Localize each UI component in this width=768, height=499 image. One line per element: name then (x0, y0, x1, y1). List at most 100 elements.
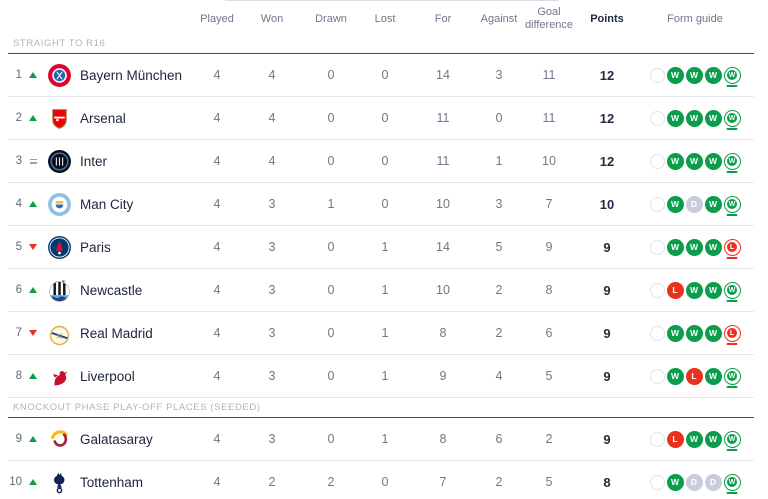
form-badge-win: W (724, 282, 741, 299)
newcastle-logo-icon (42, 278, 76, 303)
rank-number: 5 (8, 241, 24, 253)
stat-won: 4 (244, 111, 300, 125)
team-row[interactable]: 2Arsenal44001101112WWWW (8, 97, 754, 140)
club-name: Paris (76, 240, 190, 255)
form-guide: WWWW (636, 67, 754, 84)
team-row[interactable]: 4Man City4310103710WDWW (8, 183, 754, 226)
stat-played: 4 (190, 154, 244, 168)
column-header-against: Against (478, 13, 520, 26)
form-badge-loss: L (686, 368, 703, 385)
form-badge-loss: L (724, 325, 741, 342)
column-header-drawn: Drawn (300, 13, 362, 26)
form-slot-empty (650, 111, 665, 126)
stat-drawn: 0 (300, 432, 362, 446)
section-rows-straight-to-r16: 1Bayern München44001431112WWWW2Arsenal44… (8, 54, 754, 398)
form-badge-core: W (727, 477, 737, 487)
form-badge-loss: L (667, 431, 684, 448)
form-badge-win: W (667, 239, 684, 256)
team-row[interactable]: 1Bayern München44001431112WWWW (8, 54, 754, 97)
stat-for: 14 (408, 240, 478, 254)
form-badge-loss: L (667, 282, 684, 299)
stat-against: 2 (478, 326, 520, 340)
stat-goal-difference: 11 (520, 68, 578, 82)
team-row[interactable]: 6Newcastle430110289LWWW (8, 269, 754, 312)
column-header-lost: Lost (362, 13, 408, 26)
form-badge-latest-underline (727, 85, 738, 87)
stat-goal-difference: 2 (520, 432, 578, 446)
column-header-goal-difference: Goal difference (520, 6, 578, 31)
form-badge-core: L (727, 242, 737, 252)
stat-lost: 0 (362, 111, 408, 125)
form-slot-empty (650, 369, 665, 384)
stat-points: 12 (578, 154, 636, 169)
tottenham-logo-icon (42, 470, 76, 495)
stat-points: 8 (578, 475, 636, 490)
team-row[interactable]: 3Inter44001111012WWWW (8, 140, 754, 183)
stat-goal-difference: 11 (520, 111, 578, 125)
team-row[interactable]: 8Liverpool43019459WLWW (8, 355, 754, 398)
stat-drawn: 2 (300, 475, 362, 489)
form-badge-win: W (705, 282, 722, 299)
form-badge-win: W (686, 239, 703, 256)
club-name: Bayern München (76, 68, 190, 83)
team-row[interactable]: 5Paris430114599WWWL (8, 226, 754, 269)
club-name: Tottenham (76, 475, 190, 490)
column-header-form-guide: Form guide (636, 13, 754, 26)
club-name: Newcastle (76, 283, 190, 298)
form-badge-core: W (727, 285, 737, 295)
top-divider-fragment (225, 0, 559, 1)
movement-up-glyph (29, 436, 37, 442)
stat-won: 3 (244, 432, 300, 446)
stat-drawn: 1 (300, 197, 362, 211)
stat-for: 11 (408, 111, 478, 125)
form-badge-latest-underline (727, 300, 738, 302)
form-badge-win: W (686, 153, 703, 170)
form-badge-win: W (724, 196, 741, 213)
form-guide: WDDW (636, 474, 754, 491)
form-guide: WDWW (636, 196, 754, 213)
team-row[interactable]: 7MReal Madrid43018269WWWL (8, 312, 754, 355)
stat-drawn: 0 (300, 68, 362, 82)
form-guide: WWWW (636, 153, 754, 170)
stat-lost: 1 (362, 432, 408, 446)
column-header-points: Points (578, 13, 636, 26)
form-badge-win: W (724, 153, 741, 170)
movement-up-glyph (29, 287, 37, 293)
form-badge-core: W (727, 371, 737, 381)
stat-played: 4 (190, 283, 244, 297)
form-badge-win: W (686, 67, 703, 84)
stat-goal-difference: 7 (520, 197, 578, 211)
paris-logo-icon (42, 235, 76, 260)
rank-number: 2 (8, 112, 24, 124)
stat-points: 9 (578, 369, 636, 384)
stat-lost: 0 (362, 475, 408, 489)
stat-goal-difference: 8 (520, 283, 578, 297)
svg-text:M: M (56, 332, 63, 340)
stat-for: 14 (408, 68, 478, 82)
form-badge-win: W (667, 153, 684, 170)
stat-drawn: 0 (300, 283, 362, 297)
stat-played: 4 (190, 326, 244, 340)
form-badge-win: W (667, 196, 684, 213)
form-guide: LWWW (636, 282, 754, 299)
movement-up-glyph (29, 373, 37, 379)
form-slot-empty (650, 68, 665, 83)
stat-won: 2 (244, 475, 300, 489)
stat-for: 9 (408, 369, 478, 383)
stat-goal-difference: 5 (520, 475, 578, 489)
stat-points: 9 (578, 240, 636, 255)
stat-against: 2 (478, 283, 520, 297)
form-badge-draw: D (686, 474, 703, 491)
form-guide: WWWL (636, 325, 754, 342)
galatasaray-logo-icon (42, 427, 76, 452)
section-header-knockout-playoff-seeded: KNOCKOUT PHASE PLAY-OFF PLACES (SEEDED) (8, 398, 754, 418)
team-row[interactable]: 10Tottenham42207258WDDW (8, 461, 754, 499)
form-badge-win: W (705, 67, 722, 84)
standings-table: Played Won Drawn Lost For Against Goal d… (0, 0, 768, 499)
bayern-munchen-logo-icon (42, 63, 76, 88)
team-row[interactable]: 9Galatasaray43018629LWWW (8, 418, 754, 461)
stat-won: 3 (244, 197, 300, 211)
form-badge-win: W (705, 239, 722, 256)
stat-played: 4 (190, 475, 244, 489)
stat-against: 1 (478, 154, 520, 168)
